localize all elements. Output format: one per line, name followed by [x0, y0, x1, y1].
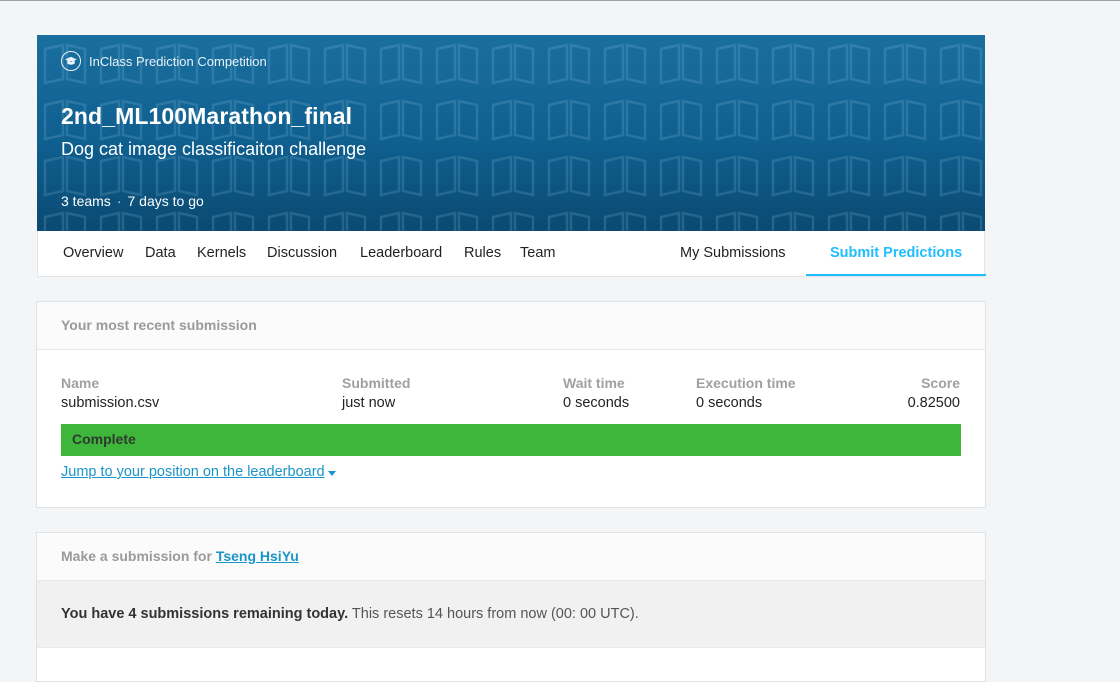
- wait-time-label: Wait time: [563, 375, 625, 391]
- graduation-cap-icon: [61, 51, 81, 71]
- execution-time-label: Execution time: [696, 375, 796, 391]
- tab-kernels[interactable]: Kernels: [197, 231, 246, 276]
- window-top-border: [0, 0, 1120, 1]
- tab-leaderboard[interactable]: Leaderboard: [360, 231, 442, 276]
- recent-submission-card: Your most recent submission Name submiss…: [36, 301, 986, 508]
- competition-subtitle: Dog cat image classificaiton challenge: [61, 139, 367, 159]
- competition-title: 2nd_ML100Marathon_final: [61, 103, 353, 129]
- wait-time-value: 0 seconds: [563, 395, 630, 411]
- user-profile-link[interactable]: Tseng HsiYu: [216, 548, 299, 564]
- competition-type-label: InClass Prediction Competition: [89, 53, 267, 69]
- submitted-label: Submitted: [342, 375, 411, 391]
- reset-time-text: This resets 14 hours from now (00: 00 UT…: [351, 606, 639, 622]
- submitted-value: just now: [342, 395, 396, 411]
- make-submission-prefix: Make a submission for: [61, 548, 212, 564]
- make-submission-header: Make a submission for Tseng HsiYu: [37, 533, 985, 581]
- competition-type-badge: InClass Prediction Competition: [61, 51, 267, 71]
- tab-rules[interactable]: Rules: [464, 231, 501, 276]
- submission-filename: submission.csv: [61, 395, 160, 411]
- tab-my-submissions[interactable]: My Submissions: [680, 231, 786, 276]
- score-value: 0.82500: [907, 395, 960, 411]
- submissions-remaining-notice: You have 4 submissions remaining today. …: [37, 581, 985, 648]
- execution-time-value: 0 seconds: [696, 395, 763, 411]
- active-tab-indicator: [806, 274, 986, 276]
- tab-discussion[interactable]: Discussion: [267, 231, 337, 276]
- remaining-count-text: You have 4 submissions remaining today.: [61, 606, 349, 622]
- teams-count: 3 teams: [61, 193, 111, 209]
- tab-overview[interactable]: Overview: [63, 231, 123, 276]
- competition-header: InClass Prediction Competition 2nd_ML100…: [37, 35, 985, 231]
- recent-submission-header: Your most recent submission: [37, 302, 985, 350]
- time-left: 7 days to go: [127, 193, 204, 209]
- jump-link-label: Jump to your position on the leaderboard: [61, 464, 325, 480]
- competition-nav: Overview Data Kernels Discussion Leaderb…: [37, 231, 986, 277]
- jump-to-leaderboard-link[interactable]: Jump to your position on the leaderboard: [61, 464, 336, 480]
- tab-submit-predictions[interactable]: Submit Predictions: [830, 231, 962, 276]
- name-label: Name: [61, 375, 100, 391]
- status-complete-bar: Complete: [61, 424, 961, 456]
- competition-meta: 3 teams · 7 days to go: [61, 193, 204, 209]
- score-label: Score: [921, 375, 960, 391]
- make-submission-card: Make a submission for Tseng HsiYu You ha…: [36, 532, 986, 682]
- tab-team[interactable]: Team: [520, 231, 555, 276]
- tab-data[interactable]: Data: [145, 231, 176, 276]
- caret-down-icon: [327, 470, 336, 476]
- meta-separator: ·: [116, 193, 122, 209]
